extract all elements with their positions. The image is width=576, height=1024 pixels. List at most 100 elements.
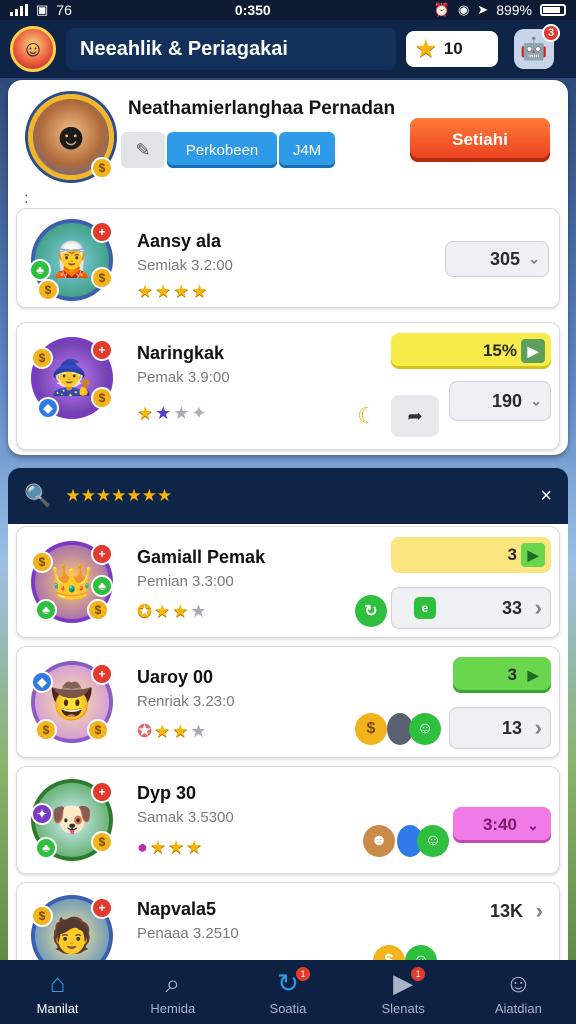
status-text: 3 xyxy=(507,665,517,684)
list-item[interactable]: 🧝 + ♣ $ $ Aansy ala Semiak 3.2:00 ★ ★ ★ … xyxy=(16,208,560,308)
item-subtitle: Semiak 3.2:00 xyxy=(137,257,233,274)
score-badge[interactable]: ★ 10 xyxy=(406,31,498,67)
item-title: Aansy ala xyxy=(137,231,222,251)
primary-action-button[interactable]: Setiahi xyxy=(410,118,550,162)
leaf-badge-icon: ♣ xyxy=(29,259,51,281)
leaf-badge-icon: ♣ xyxy=(35,599,57,621)
list-item[interactable]: 🐶 + ✦ ♣ $ Dyp 30 Samak 3.5300 ● ★ ★ ★ 3:… xyxy=(16,766,560,874)
star-icon: ★ xyxy=(154,721,171,741)
value-dropdown[interactable]: 13 › xyxy=(449,707,551,749)
menu-dots-icon[interactable]: : xyxy=(24,190,29,208)
search-icon[interactable]: 🔍 xyxy=(24,483,51,509)
smile-icon[interactable]: ☺ xyxy=(405,945,437,960)
plus-badge-icon: + xyxy=(91,663,113,685)
star-icon: ★ xyxy=(137,403,154,423)
rating-stars: ● ★ ★ ★ xyxy=(137,837,202,858)
search-icon: ⌕ xyxy=(165,967,181,998)
list-item[interactable]: 👑 + $ ♣ ♣ $ Gamiall Pemak Pemian 3.3:00 … xyxy=(16,526,560,638)
smile-icon[interactable]: ☺ xyxy=(417,825,449,857)
profile-icon: ☺ xyxy=(505,967,532,998)
bottom-navigation: ⌂ Manilat ⌕ Hemida ↻ 1 Soatia ▶ 1 Slenat… xyxy=(0,960,576,1024)
value-dropdown[interactable]: 13K › xyxy=(471,893,551,929)
plus-badge-icon: + xyxy=(91,781,113,803)
star-icon: ★ xyxy=(190,601,207,621)
section-stars: ★★★★★★★ xyxy=(65,486,173,505)
value-dropdown[interactable]: 305 ⌄ xyxy=(445,241,549,277)
value-dropdown[interactable]: 190 ⌄ xyxy=(449,381,551,421)
avatar[interactable]: ☺ xyxy=(10,26,56,72)
list-item[interactable]: 🧑 + $ Napvala5 Penaaa 3.2510 13K › $ ☺ xyxy=(16,882,560,960)
star-icon: ★ xyxy=(154,601,171,621)
item-title: Dyp 30 xyxy=(137,783,197,803)
share-icon: ➦ xyxy=(407,405,423,426)
star-icon: ✪ xyxy=(137,721,153,741)
coin-icon[interactable]: $ xyxy=(355,713,387,745)
value-text: 305 xyxy=(489,248,520,269)
value-dropdown[interactable]: e 33 › xyxy=(391,587,551,629)
value-text: 190 xyxy=(491,390,522,411)
status-text: 3:40 xyxy=(482,815,517,834)
chevron-right-icon: › xyxy=(534,715,542,740)
refresh-icon[interactable]: ↻ xyxy=(355,595,387,627)
coin-icon: $ xyxy=(31,905,53,927)
search-section-header: 🔍 ★★★★★★★ × xyxy=(8,468,568,524)
segment-button-1[interactable]: Perkobeen xyxy=(167,132,277,168)
star-icon: ★ xyxy=(172,601,189,621)
nav-label: Manilat xyxy=(36,1000,79,1016)
item-subtitle: Pemak 3.9:00 xyxy=(137,369,230,386)
status-pill[interactable]: 3 ▶ xyxy=(391,537,551,573)
play-icon: ▶ xyxy=(393,967,414,998)
profile-avatar[interactable]: ☻ $ xyxy=(28,94,114,180)
star-icon: ★ xyxy=(172,721,189,741)
coin-icon: $ xyxy=(87,599,109,621)
segmented-control: ✎ Perkobeen J4M xyxy=(121,132,337,168)
status-pill[interactable]: 15% ▶ xyxy=(391,333,551,369)
item-subtitle: Penaaa 3.2510 xyxy=(137,925,239,942)
nav-label: Aiatdian xyxy=(494,1000,542,1016)
coin-icon[interactable]: $ xyxy=(373,945,405,960)
status-pill[interactable]: 3 ▶ xyxy=(453,657,551,693)
nav-item-sync[interactable]: ↻ 1 Soatia xyxy=(238,966,338,1016)
character-icon[interactable]: ☻ xyxy=(363,825,395,857)
smile-icon[interactable]: ☺ xyxy=(409,713,441,745)
game-icon: 🐶 + ✦ ♣ $ xyxy=(31,779,113,861)
nav-item-profile[interactable]: ☺ Aiatdian xyxy=(468,969,568,1016)
rating-stars: ★ ★ ★ ✦ xyxy=(137,403,207,424)
list-item[interactable]: 🧙 + $ ◆ $ Naringkak Pemak 3.9:00 ★ ★ ★ ✦… xyxy=(16,322,560,450)
item-title: Naringkak xyxy=(137,343,225,363)
coin-icon: $ xyxy=(87,719,109,741)
rating-stars: ✪ ★ ★ ★ xyxy=(137,601,207,622)
star-icon: ✦ xyxy=(191,403,207,423)
game-icon: 👑 + $ ♣ ♣ $ xyxy=(31,541,113,623)
item-title: Gamiall Pemak xyxy=(137,547,266,567)
sim-icon: ▣ xyxy=(36,2,49,17)
star-icon: ✪ xyxy=(137,601,153,621)
segment-button-2[interactable]: J4M xyxy=(279,132,335,168)
gem-badge-icon: ✦ xyxy=(31,803,53,825)
star-icon: ★ xyxy=(149,837,167,857)
chevron-down-icon: ⌄ xyxy=(528,250,540,267)
battery-icon xyxy=(540,4,566,16)
nav-item-home[interactable]: ⌂ Manilat xyxy=(8,969,108,1016)
star-icon: ★ xyxy=(191,281,208,301)
nav-item-search[interactable]: ⌕ Hemida xyxy=(123,969,223,1016)
coin-icon: $ xyxy=(35,719,57,741)
status-pill[interactable]: 3:40 ⌄ xyxy=(453,807,551,843)
nav-label: Soatia xyxy=(269,1000,307,1016)
close-icon[interactable]: × xyxy=(540,485,552,508)
value-text: 13 xyxy=(501,717,522,738)
carrier-label: 76 xyxy=(56,2,72,18)
coin-icon: $ xyxy=(91,831,113,853)
list-item[interactable]: 🤠 + ◆ $ $ Uaroy 00 Renriak 3.23:0 ✪ ★ ★ … xyxy=(16,646,560,758)
action-square-button[interactable]: ➦ xyxy=(391,395,439,437)
edit-button[interactable]: ✎ xyxy=(121,132,165,168)
home-icon: ⌂ xyxy=(49,967,66,998)
rating-stars: ★ ★ ★ ★ xyxy=(137,281,208,302)
gem-badge-icon: ◆ xyxy=(37,397,59,419)
notification-badge: 3 xyxy=(542,24,560,42)
nav-item-play[interactable]: ▶ 1 Slenats xyxy=(353,966,453,1016)
star-icon: ★ xyxy=(137,281,154,301)
battery-label: 899% xyxy=(496,2,532,18)
robot-icon[interactable]: 🤖 3 xyxy=(514,24,560,69)
plus-badge-icon: + xyxy=(91,897,113,919)
